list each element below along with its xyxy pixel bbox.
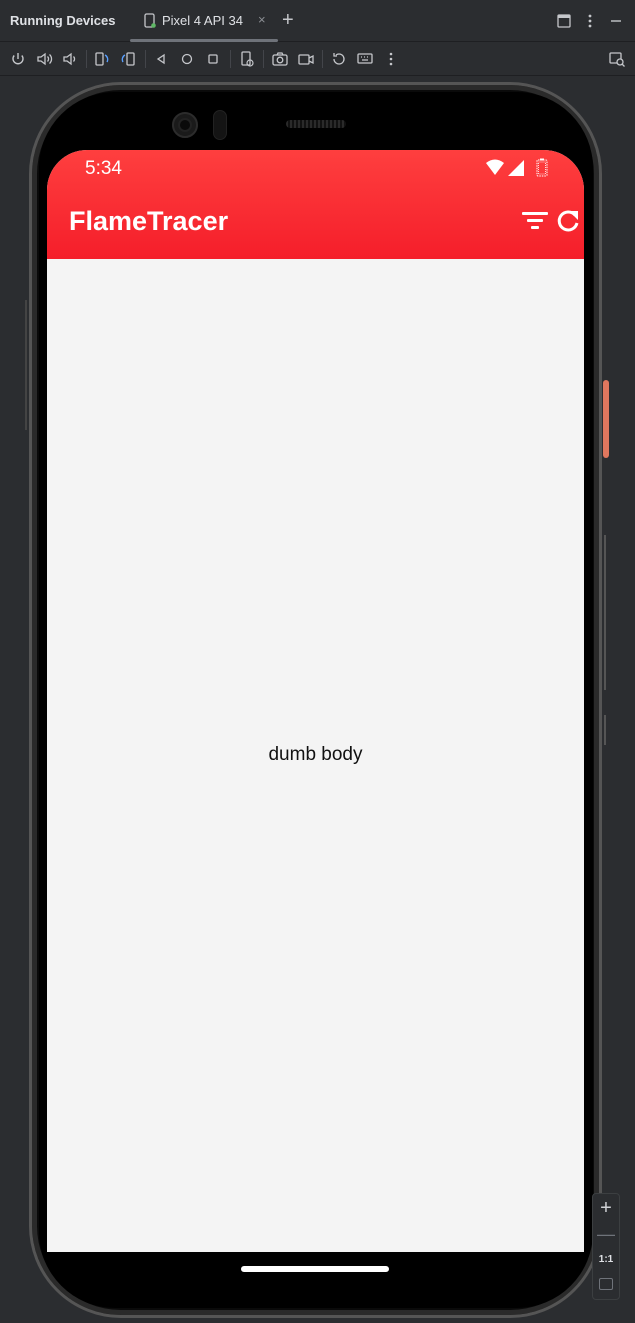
side-detail bbox=[604, 715, 606, 745]
app-bar: 5:34 FlameTracer bbox=[47, 150, 584, 259]
volume-up-icon[interactable] bbox=[35, 50, 53, 68]
toolbar-separator bbox=[322, 50, 323, 68]
face-sensor bbox=[213, 110, 227, 140]
phone-screen: 5:34 FlameTracer dumb body bbox=[47, 150, 584, 1252]
zoom-controls: + — 1:1 bbox=[592, 1193, 620, 1300]
power-icon[interactable] bbox=[9, 50, 27, 68]
filter-icon[interactable] bbox=[520, 208, 550, 234]
power-button[interactable] bbox=[603, 380, 609, 458]
zoom-in-button[interactable]: + bbox=[593, 1196, 619, 1220]
screenshot-icon[interactable] bbox=[271, 50, 289, 68]
gesture-nav-handle[interactable] bbox=[241, 1266, 389, 1272]
refresh-icon[interactable] bbox=[555, 208, 581, 234]
wifi-icon bbox=[486, 159, 504, 175]
app-title: FlameTracer bbox=[69, 206, 229, 236]
toolbar-separator bbox=[263, 50, 264, 68]
device-explorer-icon[interactable] bbox=[608, 50, 626, 68]
phone-edge-left bbox=[25, 300, 27, 430]
body-text: dumb body bbox=[268, 744, 363, 765]
toolbar-separator bbox=[86, 50, 87, 68]
device-tab-label: Pixel 4 API 34 bbox=[162, 13, 243, 28]
zoom-fit-icon[interactable] bbox=[599, 1278, 613, 1290]
tab-selected-indicator bbox=[130, 39, 278, 42]
tab-close-icon[interactable]: × bbox=[258, 12, 266, 27]
volume-rocker[interactable] bbox=[604, 535, 606, 690]
add-tab-button[interactable]: + bbox=[282, 9, 294, 31]
home-icon[interactable] bbox=[178, 50, 196, 68]
front-camera-icon bbox=[172, 112, 198, 138]
panel-title: Running Devices bbox=[10, 13, 116, 28]
actual-size-button[interactable]: 1:1 bbox=[593, 1250, 619, 1270]
toolbar-separator bbox=[230, 50, 231, 68]
cell-signal-icon bbox=[508, 160, 524, 176]
keyboard-icon[interactable] bbox=[356, 50, 374, 68]
window-layout-icon[interactable] bbox=[556, 12, 572, 30]
device-frame-icon[interactable] bbox=[238, 50, 256, 68]
rotate-left-icon[interactable] bbox=[93, 50, 111, 68]
reset-icon[interactable] bbox=[330, 50, 348, 68]
overview-icon[interactable] bbox=[204, 50, 222, 68]
back-icon[interactable] bbox=[152, 50, 170, 68]
status-icons bbox=[486, 158, 548, 177]
device-toolbar bbox=[0, 43, 635, 76]
zoom-out-button[interactable]: — bbox=[593, 1222, 619, 1246]
earpiece-speaker bbox=[286, 120, 346, 128]
toolbar-separator bbox=[145, 50, 146, 68]
more-icon[interactable] bbox=[382, 50, 400, 68]
rotate-right-icon[interactable] bbox=[119, 50, 137, 68]
ide-tab-bar: Running Devices Pixel 4 API 34 × + bbox=[0, 0, 635, 42]
screen-record-icon[interactable] bbox=[297, 50, 315, 68]
device-icon bbox=[144, 13, 156, 28]
more-options-icon[interactable] bbox=[582, 12, 598, 30]
device-tab[interactable]: Pixel 4 API 34 × bbox=[130, 0, 278, 42]
minimize-icon[interactable] bbox=[608, 12, 624, 30]
battery-icon bbox=[536, 158, 548, 177]
volume-down-icon[interactable] bbox=[61, 50, 79, 68]
status-time: 5:34 bbox=[85, 158, 122, 179]
